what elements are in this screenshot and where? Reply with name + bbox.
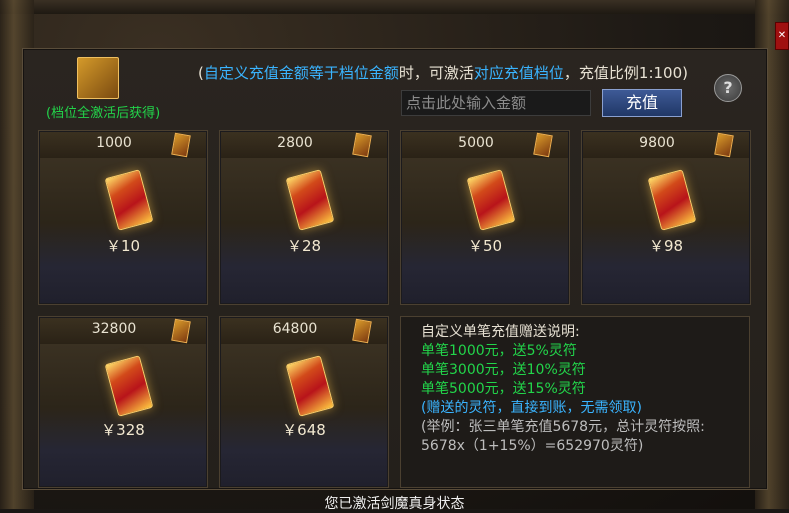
info-line: 单笔3000元，送10%灵符: [421, 362, 586, 378]
tier-amount: 32800: [91, 321, 137, 337]
info-line: 单笔5000元，送15%灵符: [421, 381, 586, 397]
tier-card-5000[interactable]: 5000 ￥50: [400, 130, 570, 305]
bonus-info-box: 自定义单笔充值赠送说明: 单笔1000元，送5%灵符 单笔3000元，送10%灵…: [400, 316, 750, 488]
tier-amount: 9800: [639, 135, 675, 151]
tier-price: ￥328: [101, 421, 145, 439]
tier-amount: 2800: [277, 135, 313, 151]
header-text: (自定义充值金额等于档位金额时，可激活对应充值档位，充值比例1:100): [198, 64, 688, 82]
info-line: 单笔1000元，送5%灵符: [421, 343, 577, 359]
help-icon[interactable]: ?: [714, 74, 742, 102]
tier-amount: 5000: [458, 135, 494, 151]
recharge-button[interactable]: 充值: [602, 89, 682, 117]
status-message: 您已激活剑魔真身状态: [324, 496, 465, 512]
info-title: 自定义单笔充值赠送说明:: [421, 324, 580, 340]
tier-amount: 1000: [96, 135, 132, 151]
tier-card-64800[interactable]: 64800 ￥648: [219, 316, 389, 488]
info-example: 5678x（1+15%）=652970灵符): [421, 438, 644, 454]
token-icon: [77, 57, 119, 99]
tier-card-1000[interactable]: 1000 ￥10: [38, 130, 208, 305]
tier-price: ￥98: [648, 237, 684, 255]
tier-card-32800[interactable]: 32800 ￥328: [38, 316, 208, 488]
info-example: (举例：张三单笔充值5678元，总计灵符按照:: [421, 419, 705, 435]
header-highlight-1: 自定义充值金额等于档位金额: [203, 64, 399, 82]
header-highlight-2: 对应充值档位: [473, 64, 564, 82]
tier-card-2800[interactable]: 2800 ￥28: [219, 130, 389, 305]
tier-price: ￥648: [282, 421, 326, 439]
info-note: (赠送的灵符，直接到账，无需领取): [421, 400, 642, 416]
token-label: (档位全激活后获得): [46, 106, 161, 121]
amount-input[interactable]: [401, 90, 591, 116]
top-ornament: [0, 0, 789, 14]
tier-price: ￥50: [467, 237, 503, 255]
tier-price: ￥10: [105, 237, 141, 255]
close-button[interactable]: ✕: [775, 22, 789, 50]
tier-amount: 64800: [272, 321, 318, 337]
tier-card-9800[interactable]: 9800 ￥98: [581, 130, 751, 305]
tier-price: ￥28: [286, 237, 322, 255]
